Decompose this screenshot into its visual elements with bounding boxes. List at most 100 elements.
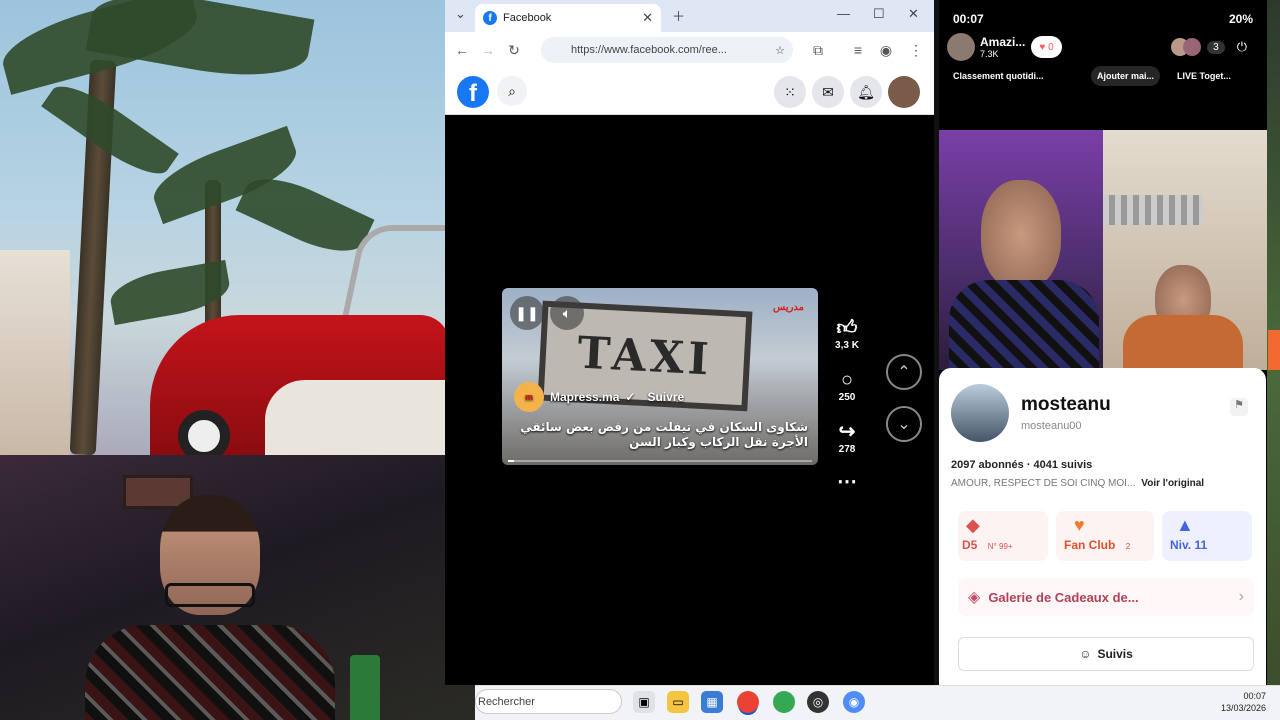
host-likes: 7.3K [980, 49, 999, 59]
taskbar-search[interactable]: Rechercher [475, 689, 622, 714]
like-pill-count: 0 [1048, 41, 1054, 53]
reload-icon[interactable]: ↻ [501, 42, 527, 59]
next-reel-button[interactable]: ⌄ [886, 406, 922, 442]
task-view-icon[interactable]: ▣ [633, 691, 655, 713]
host-info[interactable]: Amazi... 7.3K ♥ 0 [947, 32, 1062, 62]
daily-ranking-chip[interactable]: Classement quotidi... [947, 66, 1050, 86]
close-tab-icon[interactable]: ✕ [642, 10, 653, 26]
share-icon: ↪ [838, 421, 856, 443]
profile-avatar[interactable] [951, 384, 1009, 442]
extensions-icon[interactable]: ⧉ [805, 42, 831, 59]
badge-fan-club[interactable]: ♥ Fan Club 2 [1056, 511, 1154, 561]
back-icon[interactable]: ← [449, 42, 475, 58]
volume-icon[interactable]: 🔈︎ [550, 296, 584, 330]
play-pause-icon[interactable]: ❚❚ [510, 296, 544, 330]
following-label: Suivis [1097, 647, 1133, 661]
profile-avatar-icon[interactable]: ◉ [873, 42, 899, 59]
notifications-bell-icon[interactable]: 🔔︎ [850, 76, 882, 108]
live-together-chip[interactable]: LIVE Toget... [1171, 66, 1237, 86]
live-stream-app: 00:07 20% Amazi... 7.3K ♥ 0 3 ⏻ Classeme… [939, 0, 1267, 685]
more-options-icon[interactable]: ⋯ [832, 470, 862, 494]
bookmark-star-icon[interactable]: ☆ [775, 44, 785, 57]
comment-action[interactable]: ○ 250 [832, 368, 862, 403]
maximize-icon[interactable]: ☐ [873, 6, 885, 22]
car-wheel [178, 410, 230, 455]
author-avatar[interactable]: m [514, 382, 544, 412]
browser-toolbar: ← → ↻ https://www.facebook.com/ree... ☆ … [445, 32, 934, 68]
messenger-icon[interactable]: ✉ [812, 76, 844, 108]
taskbar-search-placeholder: Rechercher [478, 695, 535, 708]
palm-frond [85, 0, 315, 89]
address-bar[interactable]: https://www.facebook.com/ree... ☆ [541, 37, 793, 63]
wall-panel [1103, 195, 1203, 225]
system-clock[interactable]: 00:07 13/03/2026 [1221, 690, 1266, 714]
badge-level-d5[interactable]: ◆ D5 N° 99+ [958, 511, 1048, 561]
reel-progress-bar[interactable] [508, 460, 812, 462]
app-icon[interactable]: ◉ [843, 691, 865, 713]
profile-bio: AMOUR, RESPECT DE SOI CINQ MOI... [951, 478, 1136, 489]
file-explorer-icon[interactable]: ▭ [667, 691, 689, 713]
like-action[interactable]: 👍︎ 3,3 K [832, 316, 862, 351]
close-window-icon[interactable]: ✕ [908, 6, 919, 22]
thumbs-up-icon: 👍︎ [836, 317, 858, 339]
facebook-header: f ⌕ ⁙ ✉ 🔔︎ [445, 68, 934, 115]
chrome-icon[interactable] [737, 691, 759, 713]
brand-watermark: مدريس [773, 302, 804, 313]
desktop-wallpaper [0, 0, 445, 455]
following-button[interactable]: ☺ Suivis [958, 637, 1254, 671]
reel-caption: شكاوى السكان في تيفلت من رفض بعض سائقي ا… [520, 420, 808, 449]
media-icon[interactable]: ≡ [845, 42, 871, 58]
search-icon[interactable]: ⌕ [497, 76, 527, 106]
reel-author: m Mapress.ma ✓ Suivre [514, 382, 684, 412]
previous-reel-button[interactable]: ⌃ [886, 354, 922, 390]
author-name[interactable]: Mapress.ma [550, 390, 619, 404]
guest-stream-left[interactable] [939, 130, 1103, 370]
comment-count: 250 [838, 392, 856, 403]
viewer-info[interactable]: 3 ⏻ [1171, 38, 1247, 56]
gift-gallery[interactable]: ◈ Galerie de Cadeaux de... › [958, 578, 1254, 616]
clock-time: 00:07 [1243, 691, 1266, 701]
badge-sub: N° 99+ [987, 542, 1013, 551]
minimize-icon[interactable]: — [837, 6, 850, 21]
report-flag-icon[interactable]: ⚑ [1230, 398, 1248, 416]
reel-progress-fill [508, 460, 515, 462]
facebook-logo[interactable]: f [457, 76, 489, 108]
tab-search-icon[interactable]: ⌄ [455, 6, 466, 22]
tab-facebook[interactable]: f Facebook ✕ [475, 4, 661, 32]
chrome-profile-icon[interactable] [773, 691, 795, 713]
see-original-link[interactable]: Voir l'original [1141, 478, 1204, 489]
new-tab-icon[interactable]: ＋ [672, 6, 685, 25]
heart-icon: ♥ [1074, 515, 1085, 535]
badge-label: Niv. 11 [1170, 538, 1208, 552]
add-chip[interactable]: Ajouter mai... [1091, 66, 1161, 86]
profile-name: mosteanu [1021, 394, 1111, 415]
profile-handle: mosteanu00 [1021, 420, 1082, 432]
car-door [265, 380, 445, 455]
menu-icon[interactable]: ⋮ [903, 42, 929, 59]
like-count: 3,3 K [835, 340, 859, 351]
guest-shirt [949, 280, 1099, 370]
viewer-count: 3 [1207, 40, 1225, 54]
store-icon[interactable]: ▦ [701, 691, 723, 713]
guest-stream-right[interactable] [1103, 130, 1267, 375]
reel-video[interactable]: TAXI ❚❚ 🔈︎ مدريس m Mapress.ma ✓ Suivre ش… [502, 288, 818, 465]
phone-battery: 20% [1228, 12, 1253, 26]
forward-icon[interactable]: → [475, 42, 501, 58]
like-pill[interactable]: ♥ 0 [1031, 36, 1062, 58]
chevron-right-icon: › [1238, 588, 1244, 605]
follow-link[interactable]: Suivre [647, 390, 684, 404]
badge-label: Fan Club [1064, 538, 1116, 552]
building [0, 250, 70, 455]
phone-status-bar: 00:07 20% [953, 12, 1253, 26]
badge-level-11[interactable]: ▲ Niv. 11 [1162, 511, 1252, 561]
power-icon[interactable]: ⏻ [1237, 39, 1247, 55]
apps-grid-icon[interactable]: ⁙ [774, 76, 806, 108]
diamond-icon: ◆ [966, 515, 980, 535]
account-avatar[interactable] [888, 76, 920, 108]
obs-icon[interactable]: ◎ [807, 691, 829, 713]
share-action[interactable]: ↪ 278 [832, 420, 862, 455]
streamer-shirt [85, 625, 335, 720]
side-tab[interactable] [1268, 330, 1280, 370]
streamer-glasses [165, 583, 255, 607]
chip-label: Classement quotidi... [953, 71, 1044, 81]
